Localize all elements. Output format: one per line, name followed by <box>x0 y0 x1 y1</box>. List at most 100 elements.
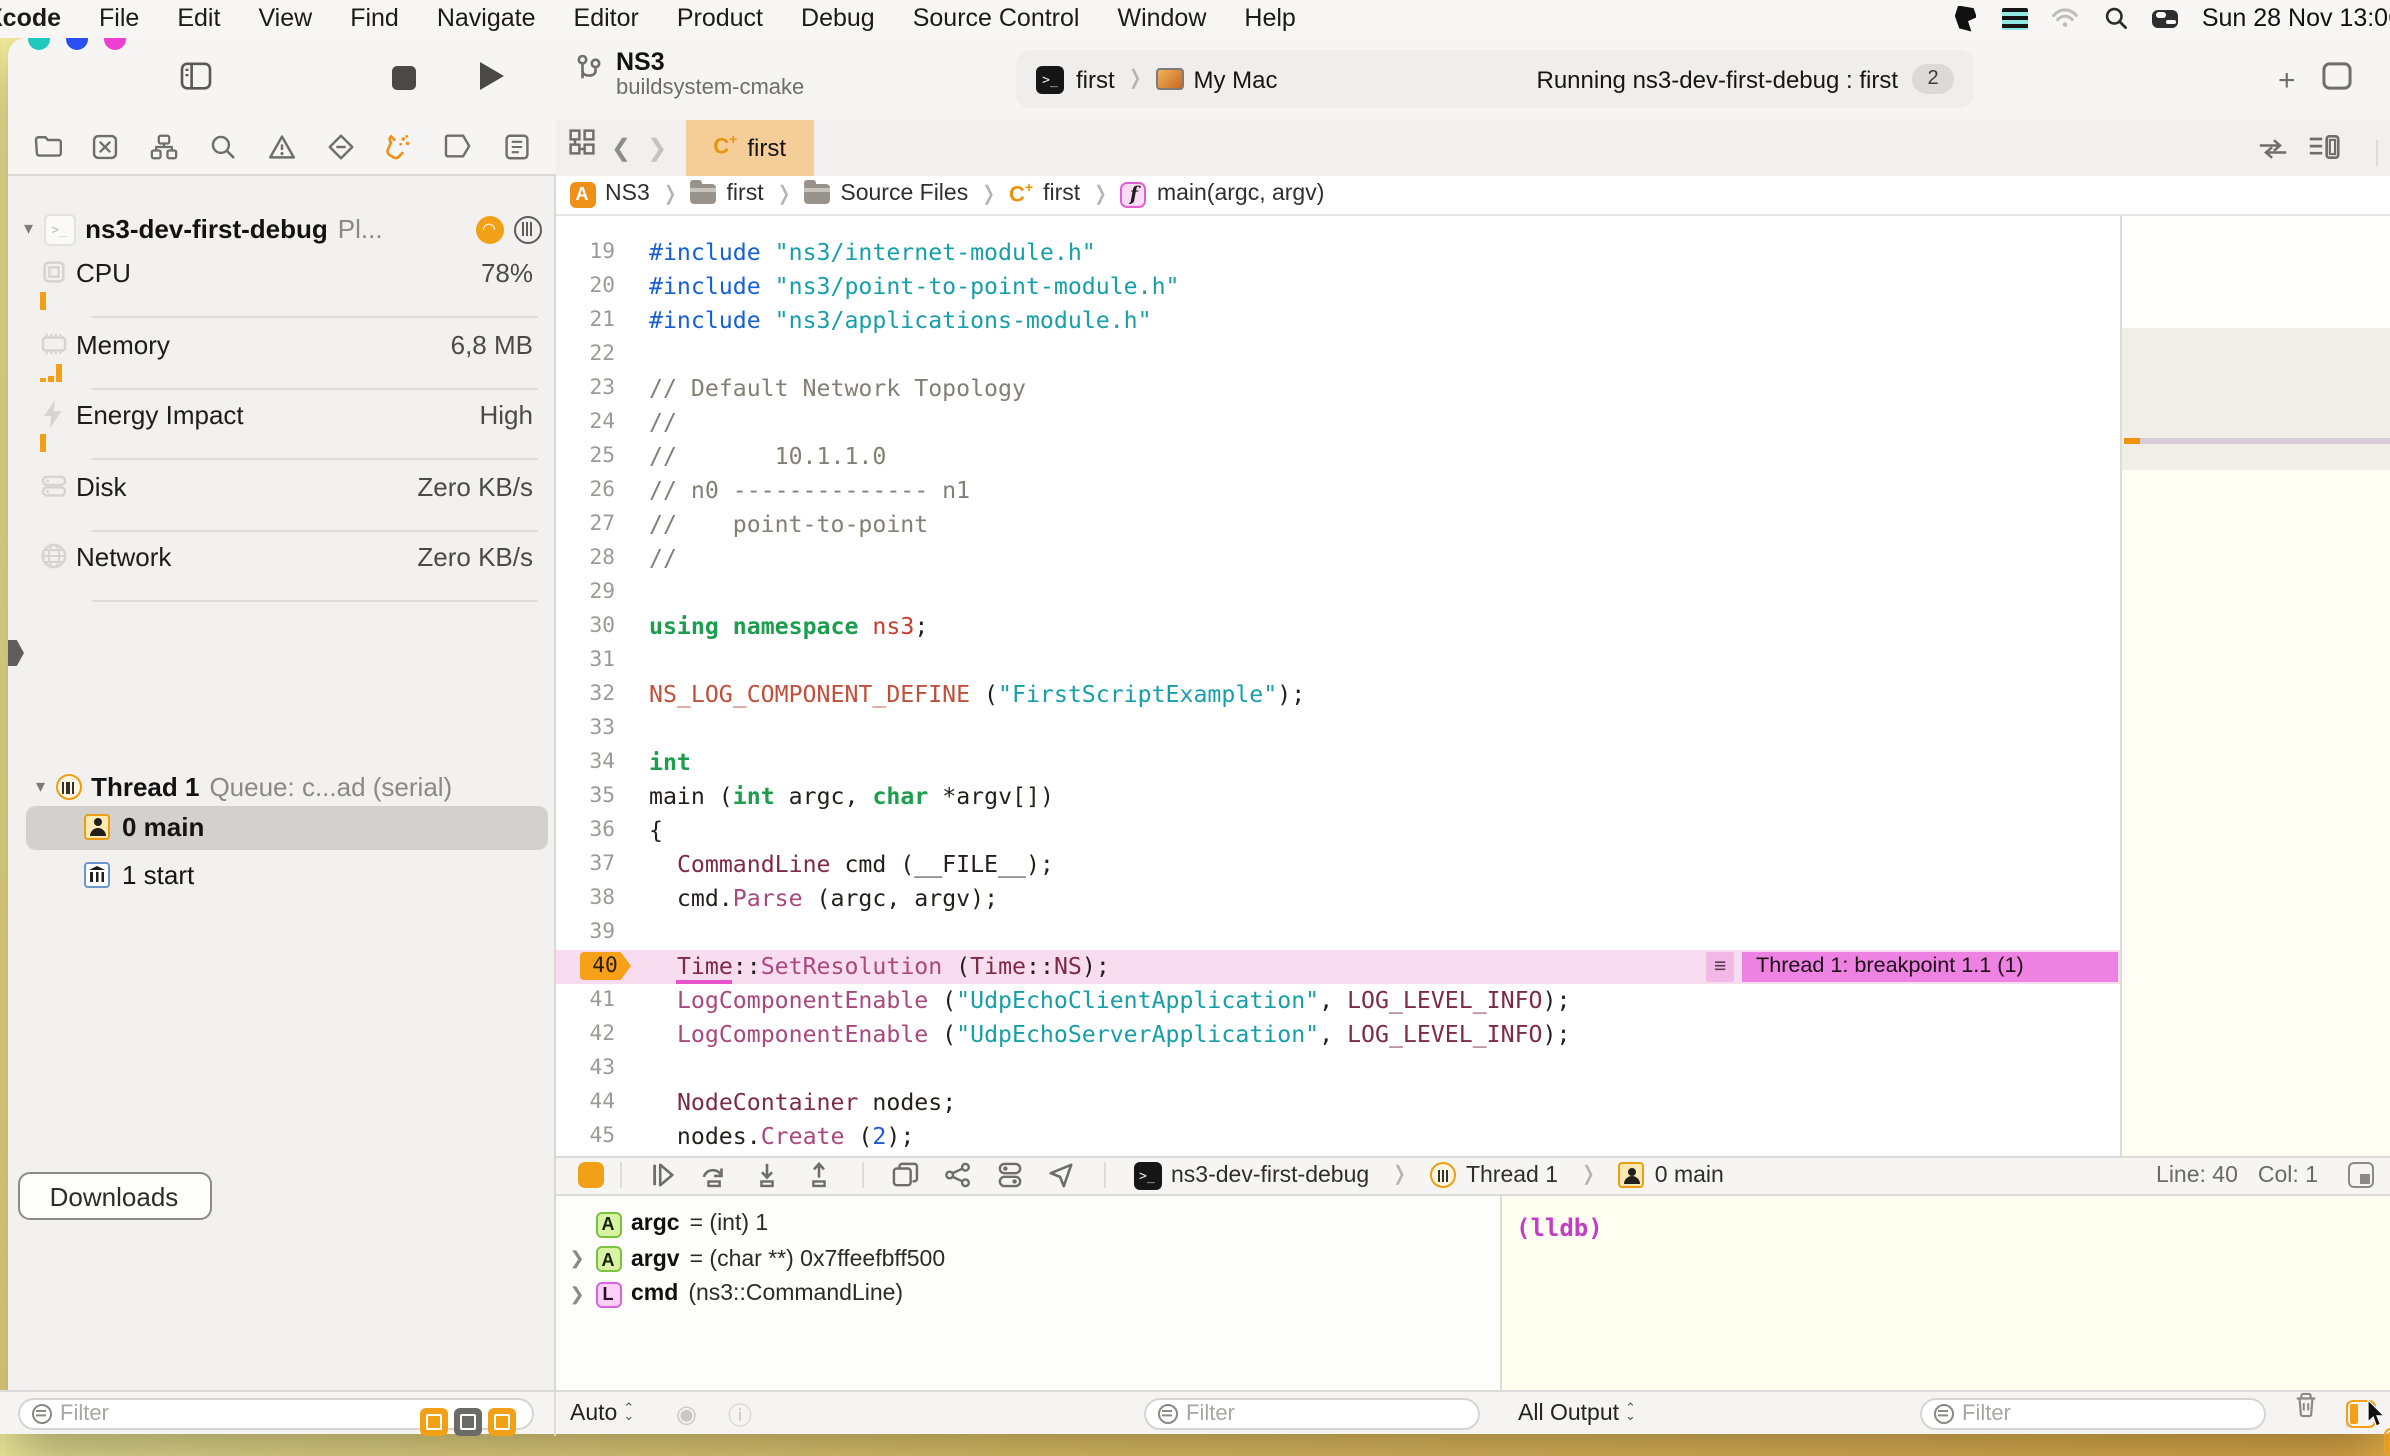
line-number[interactable]: 19 <box>555 235 615 269</box>
disclosure-chevron-icon[interactable]: ❯ <box>569 1283 585 1305</box>
menu-item-navigate[interactable]: Navigate <box>437 5 536 33</box>
gauge-row-network[interactable]: Network Zero KB/s <box>8 531 553 602</box>
code-line-38[interactable]: 38 cmd.Parse (argc, argv); <box>555 881 2120 915</box>
breakpoints-toggle-button[interactable] <box>577 1162 603 1188</box>
editor-minimap[interactable] <box>2120 215 2390 1155</box>
menu-item-window[interactable]: Window <box>1117 5 1206 33</box>
line-number[interactable]: 38 <box>555 881 615 915</box>
line-number[interactable]: 44 <box>555 1085 615 1119</box>
line-number[interactable]: 20 <box>555 269 615 303</box>
disclosure-chevron-icon[interactable]: ▾ <box>24 218 33 240</box>
debug-process-name[interactable]: ns3-dev-first-debug <box>1171 1163 1369 1187</box>
forward-button[interactable]: ❯ <box>647 134 667 162</box>
line-number[interactable]: 21 <box>555 303 615 337</box>
breadcrumb-item[interactable]: C+ first <box>1009 181 1080 206</box>
menu-item-view[interactable]: View <box>258 5 312 33</box>
code-line-20[interactable]: 20 #include "ns3/point-to-point-module.h" <box>555 269 2120 303</box>
code-review-icon[interactable] <box>2258 134 2288 170</box>
issues-badge[interactable]: 2 <box>1912 64 1954 94</box>
simulate-location-button[interactable] <box>1045 1161 1077 1189</box>
line-number[interactable]: 42 <box>555 1017 615 1051</box>
breadcrumb-item[interactable]: first <box>690 179 764 206</box>
line-number[interactable]: 45 <box>555 1119 615 1153</box>
code-line-36[interactable]: 36 { <box>555 813 2120 847</box>
code-line-28[interactable]: 28 // <box>555 541 2120 575</box>
source-editor[interactable]: 19 #include "ns3/internet-module.h" 20 #inc… <box>555 215 2120 1155</box>
code-line-33[interactable]: 33 <box>555 711 2120 745</box>
run-destination[interactable]: My Mac <box>1193 65 1277 93</box>
test-navigator-icon[interactable] <box>325 132 355 162</box>
step-over-button[interactable] <box>699 1161 731 1189</box>
filter-breakpoints-button[interactable] <box>420 1408 448 1436</box>
project-navigator-icon[interactable] <box>32 132 62 162</box>
variable-row-argc[interactable]: Aargc = (int) 1 <box>569 1207 768 1241</box>
menu-item-product[interactable]: Product <box>677 5 763 33</box>
menu-item-editor[interactable]: Editor <box>574 5 639 33</box>
line-number[interactable]: 37 <box>555 847 615 881</box>
step-out-button[interactable] <box>803 1161 835 1189</box>
line-number[interactable]: 25 <box>555 439 615 473</box>
code-line-42[interactable]: 42 LogComponentEnable ("UdpEchoServerApp… <box>555 1017 2120 1051</box>
code-line-41[interactable]: 41 LogComponentEnable ("UdpEchoClientApp… <box>555 983 2120 1017</box>
toggle-console-view-button[interactable] <box>2384 1428 2390 1456</box>
breakpoint-annotation[interactable]: Thread 1: breakpoint 1.1 (1) <box>1742 951 2118 981</box>
print-description-icon[interactable]: ⓘ <box>728 1392 752 1436</box>
line-number[interactable]: 35 <box>555 779 615 813</box>
tab-first[interactable]: C+ first <box>685 120 815 175</box>
stop-button[interactable] <box>392 65 416 89</box>
code-line-26[interactable]: 26 // n0 -------------- n1 <box>555 473 2120 507</box>
debug-view-hierarchy-button[interactable] <box>889 1161 921 1189</box>
code-line-29[interactable]: 29 <box>555 575 2120 609</box>
stack-frame-main[interactable]: 0 main <box>84 811 204 841</box>
code-line-23[interactable]: 23 // Default Network Topology <box>555 371 2120 405</box>
gauge-row-disk[interactable]: Disk Zero KB/s <box>8 460 553 531</box>
line-number[interactable]: 27 <box>555 507 615 541</box>
navigator-filter-field[interactable]: Filter <box>18 1398 534 1436</box>
variable-row-argv[interactable]: ❯ Aargv = (char **) 0x7ffeefbff500 <box>569 1242 945 1276</box>
gauge-row-cpu[interactable]: CPU 78% <box>8 247 553 318</box>
code-line-40[interactable]: 40 Time::SetResolution (Time::NS); ≡ Threa… <box>555 949 2120 983</box>
thread-row[interactable]: ▾ Thread 1 Queue: c...ad (serial) <box>36 771 452 803</box>
console-view[interactable] <box>1500 1195 2390 1390</box>
code-line-45[interactable]: 45 nodes.Create (2); <box>555 1119 2120 1153</box>
find-navigator-icon[interactable] <box>208 132 238 162</box>
adjust-editor-options-icon[interactable] <box>2308 134 2340 170</box>
source-control-navigator-icon[interactable] <box>91 132 121 162</box>
variables-filter-field[interactable]: Filter <box>1144 1398 1480 1430</box>
line-number[interactable]: 26 <box>555 473 615 507</box>
filter-running-button[interactable] <box>488 1408 516 1436</box>
code-line-22[interactable]: 22 <box>555 337 2120 371</box>
menu-clock[interactable]: Sun 28 Nov 13:06 <box>2202 5 2390 33</box>
menu-item-help[interactable]: Help <box>1244 5 1295 33</box>
code-line-43[interactable]: 43 <box>555 1051 2120 1085</box>
related-items-icon[interactable] <box>567 129 595 167</box>
filter-crashed-button[interactable] <box>454 1408 482 1436</box>
add-editor-plus-icon[interactable]: + <box>2278 64 2296 98</box>
debug-thread-name[interactable]: Thread 1 <box>1466 1163 1558 1187</box>
menu-item-edit[interactable]: Edit <box>177 5 220 33</box>
debug-memory-graph-button[interactable] <box>941 1161 973 1189</box>
line-number[interactable]: 23 <box>555 371 615 405</box>
code-line-32[interactable]: 32 NS_LOG_COMPONENT_DEFINE ("FirstScriptE… <box>555 677 2120 711</box>
code-line-24[interactable]: 24 // <box>555 405 2120 439</box>
line-number[interactable]: 28 <box>555 541 615 575</box>
toggle-navigator-button[interactable] <box>180 62 212 100</box>
breadcrumb-item[interactable]: Source Files <box>804 179 968 206</box>
variable-row-cmd[interactable]: ❯ Lcmd (ns3::CommandLine) <box>569 1277 903 1311</box>
notch-app-icon[interactable] <box>1952 5 1980 32</box>
menu-item-source-control[interactable]: Source Control <box>913 5 1080 33</box>
run-button[interactable] <box>480 62 504 90</box>
line-number[interactable]: 34 <box>555 745 615 779</box>
line-number[interactable]: 33 <box>555 711 615 745</box>
gauge-row-memory[interactable]: Memory 6,8 MB <box>8 318 553 389</box>
scheme-summary[interactable]: NS3 buildsystem-cmake <box>576 48 804 100</box>
menu-item-file[interactable]: File <box>99 5 139 33</box>
breadcrumb-item[interactable]: f main(argc, argv) <box>1120 181 1324 207</box>
spotlight-icon[interactable] <box>2102 7 2130 31</box>
step-into-button[interactable] <box>751 1161 783 1189</box>
disclosure-chevron-icon[interactable]: ❯ <box>569 1248 585 1270</box>
thread-disclosure-icon[interactable]: ▾ <box>36 776 45 798</box>
breadcrumb-item[interactable]: A NS3 <box>569 181 650 207</box>
scheme-target[interactable]: first <box>1076 65 1115 93</box>
line-number[interactable]: 39 <box>555 915 615 949</box>
